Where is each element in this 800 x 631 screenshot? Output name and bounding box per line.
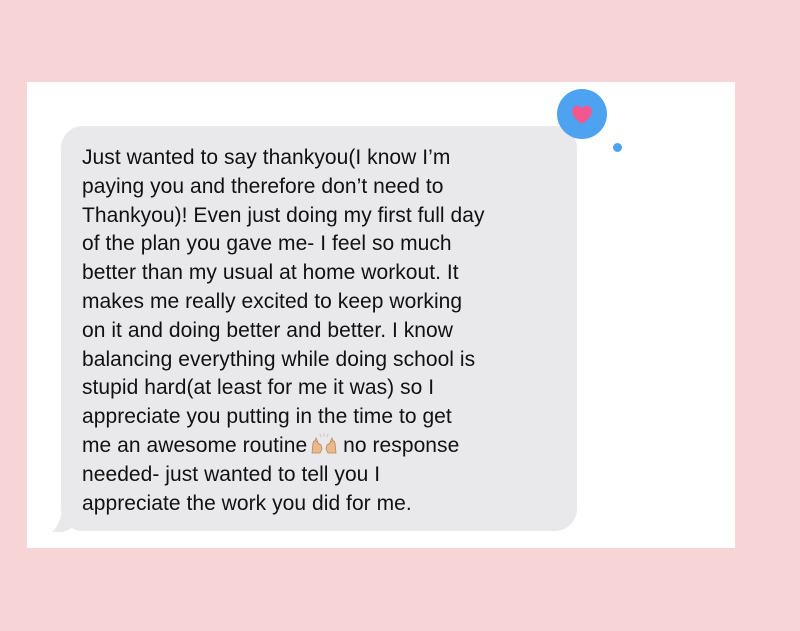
message-line-with-emoji: me an awesome routine no response — [82, 432, 559, 461]
message-line: Just wanted to say thankyou(I know I’m — [82, 146, 451, 169]
message-line: needed- just wanted to tell you I — [82, 462, 381, 486]
message-line: balancing everything while doing school … — [82, 347, 476, 371]
message-text: no response — [343, 433, 460, 457]
message-bubble[interactable]: Just wanted to say thankyou(I know I’m p… — [61, 126, 577, 531]
message-line: better than my usual at home workout. It — [82, 261, 459, 285]
heart-icon — [557, 89, 607, 139]
reaction-tail-dot — [613, 143, 622, 152]
message-line: appreciate you putting in the time to ge… — [82, 405, 452, 429]
message-line: on it and doing better and better. I kno… — [82, 318, 453, 342]
message-line: makes me really excited to keep working — [82, 289, 463, 313]
raised-hands-icon — [309, 433, 339, 455]
message-line: paying you and therefore don’t need to — [82, 174, 444, 198]
message-line: appreciate the work you did for me. — [82, 491, 412, 515]
heart-reaction-badge[interactable] — [556, 88, 608, 140]
message-line: of the plan you gave me- I feel so much — [82, 232, 452, 256]
message-line: stupid hard(at least for me it was) so I — [82, 376, 435, 400]
message-text: me an awesome routine — [82, 433, 308, 457]
message-line: Thankyou)! Even just doing my first full… — [82, 203, 485, 227]
